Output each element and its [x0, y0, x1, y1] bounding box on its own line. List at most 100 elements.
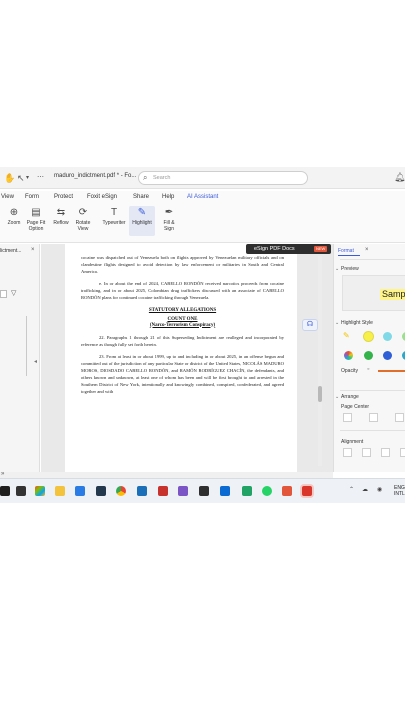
highlight-button[interactable]: ✎ Highlight — [129, 206, 155, 236]
page-fit-icon: ▤ — [31, 207, 41, 218]
taskbar: ⌃ ☁ ◉ ENG INTL — [0, 478, 405, 503]
fill-sign-label-2: Sign — [163, 226, 174, 232]
align-center-button[interactable] — [362, 448, 371, 457]
search-icon[interactable] — [16, 486, 26, 496]
divider — [340, 259, 405, 260]
preview-sample-text: Samp — [380, 289, 405, 300]
widgets-icon[interactable] — [35, 486, 45, 496]
menu-share[interactable]: Share — [133, 194, 149, 200]
tab-format[interactable]: Format — [338, 248, 354, 254]
chevron-down-icon[interactable]: ⌄ — [335, 320, 339, 326]
teams-icon[interactable] — [178, 486, 188, 496]
bell-icon[interactable]: 🔔︎ — [394, 172, 405, 183]
typewriter-icon: T — [110, 207, 118, 218]
search-input[interactable]: ⌕ Search — [138, 171, 308, 185]
page-fit-option-button[interactable]: ▤ Page Fit Option — [23, 206, 49, 232]
align-left-button[interactable] — [343, 448, 352, 457]
paragraph: cocaine was dispatched out of Venezuela … — [81, 255, 284, 275]
paragraph: 22. Paragraphs 1 through 21 of this Supe… — [81, 334, 284, 347]
paragraph: 23. From at least in or about 1999, up t… — [81, 353, 284, 395]
menu-form[interactable]: Form — [25, 194, 39, 200]
menu-help[interactable]: Help — [162, 194, 174, 200]
highlight-icon: ✎ — [137, 207, 147, 218]
esign-label: eSign PDF Docs — [254, 246, 295, 252]
paragraph: e. In or about the end of 2024, CABELLO … — [81, 281, 284, 301]
hand-icon[interactable]: ✋ — [4, 172, 15, 184]
window-title: maduro_indictment.pdf * - Fo... — [54, 173, 137, 179]
file-explorer-icon[interactable] — [55, 486, 65, 496]
menu-protect[interactable]: Protect — [54, 194, 73, 200]
edge-icon[interactable] — [75, 486, 85, 496]
swatch-cyan[interactable] — [383, 332, 392, 341]
pen-icon[interactable]: ✎ — [343, 331, 350, 340]
app-window: ✋ ↖ ▾ ⋯ maduro_indictment.pdf * - Fo... … — [0, 167, 405, 503]
cursor-icon[interactable]: ↖ — [17, 172, 25, 184]
page-fit-label-2: Option — [28, 226, 44, 232]
language-bottom: INTL — [394, 491, 405, 497]
left-panel: lictment... × ▽ ◂ — [0, 244, 40, 472]
fill-sign-button[interactable]: ✒ Fill & Sign — [156, 206, 182, 232]
tab-underline — [338, 255, 360, 256]
rotate-icon: ⟳ — [78, 207, 88, 218]
vertical-scrollbar[interactable] — [318, 256, 322, 466]
close-icon[interactable]: × — [365, 247, 369, 253]
title-bar: ✋ ↖ ▾ ⋯ maduro_indictment.pdf * - Fo... … — [0, 167, 405, 189]
align-button[interactable] — [395, 413, 404, 422]
opacity-label: Opacity — [341, 368, 358, 374]
esign-banner[interactable]: eSign PDF Docs NEW — [246, 244, 331, 254]
security-icon[interactable] — [242, 486, 252, 496]
chevron-down-icon[interactable]: ▾ — [26, 172, 29, 184]
swatch-yellow[interactable] — [364, 332, 373, 341]
fill-sign-icon: ✒ — [164, 207, 174, 218]
divider — [340, 390, 405, 391]
panel-divider[interactable] — [26, 316, 27, 376]
collapse-arrow-icon[interactable]: ◂ — [34, 358, 37, 365]
foxit-icon[interactable] — [282, 486, 292, 496]
typewriter-button[interactable]: T Typewriter — [99, 206, 129, 226]
opacity-slider[interactable] — [378, 370, 405, 372]
align-button[interactable] — [369, 413, 378, 422]
store-icon[interactable] — [96, 486, 106, 496]
color-wheel-icon[interactable] — [344, 351, 353, 360]
align-top-button[interactable] — [400, 448, 405, 457]
section-heading: STATUTORY ALLEGATIONS — [148, 307, 217, 313]
document-viewport[interactable]: cocaine was dispatched out of Venezuela … — [41, 244, 333, 472]
pdf-page[interactable]: cocaine was dispatched out of Venezuela … — [65, 244, 297, 472]
more-icon[interactable]: ⋯ — [37, 172, 44, 184]
preview-label: Preview — [341, 266, 359, 272]
filter-icon[interactable]: ▽ — [11, 289, 16, 297]
whatsapp-icon[interactable] — [262, 486, 272, 496]
swatch-green[interactable] — [364, 351, 373, 360]
scrollbar-thumb[interactable] — [318, 386, 322, 402]
menu-view[interactable]: View — [1, 194, 14, 200]
settings-icon[interactable] — [199, 486, 209, 496]
chevron-down-icon[interactable]: ⌄ — [335, 266, 339, 272]
foxit-pdf-icon[interactable] — [302, 486, 312, 496]
chrome-icon[interactable] — [116, 486, 126, 496]
align-right-button[interactable] — [381, 448, 390, 457]
start-icon[interactable] — [0, 486, 10, 496]
cloud-icon[interactable]: ☁ — [362, 486, 368, 493]
swatch-blue[interactable] — [383, 351, 392, 360]
panel-tab-document[interactable]: lictment... — [0, 248, 21, 254]
align-button[interactable] — [343, 413, 352, 422]
alignment-label: Alignment — [341, 439, 364, 445]
assistant-float-icon[interactable]: ☊ — [302, 319, 318, 331]
close-icon[interactable]: × — [31, 247, 35, 253]
chevron-down-icon[interactable]: ⌄ — [335, 394, 339, 400]
page-center-label: Page Center — [341, 404, 370, 410]
rotate-view-button[interactable]: ⟳ Rotate View — [70, 206, 96, 232]
ribbon-toolbar: ⊕ Zoom ▤ Page Fit Option ⇆ Reflow ⟳ Rota… — [0, 205, 405, 243]
menu-ai-assistant[interactable]: AI Assistant — [187, 194, 218, 200]
media-icon[interactable] — [158, 486, 168, 496]
mail-icon[interactable] — [137, 486, 147, 496]
tray-chevron-icon[interactable]: ⌃ — [349, 486, 354, 493]
photos-icon[interactable] — [220, 486, 230, 496]
network-icon[interactable]: ◉ — [377, 486, 382, 493]
rotate-label-2: View — [77, 226, 89, 232]
menu-foxit-esign[interactable]: Foxit eSign — [87, 194, 117, 200]
checkbox[interactable] — [0, 290, 7, 298]
format-panel: Format × ⌄ Preview Samp ⌄ Highlight Styl… — [333, 244, 405, 472]
expand-icon[interactable]: » — [1, 471, 4, 477]
language-indicator[interactable]: ENG INTL — [394, 485, 405, 497]
